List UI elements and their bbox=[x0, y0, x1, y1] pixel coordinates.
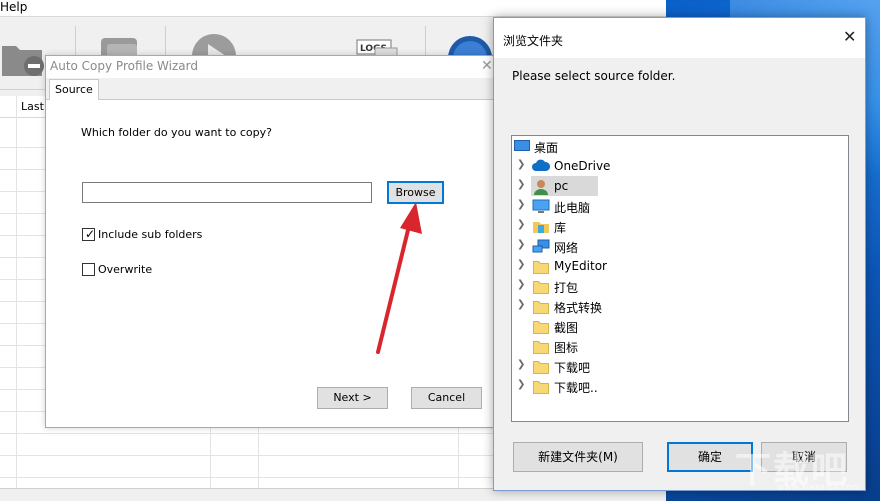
tree-item-network[interactable]: ❯ 网络 bbox=[512, 236, 848, 256]
overwrite-label[interactable]: Overwrite bbox=[98, 263, 152, 276]
tree-item-label: OneDrive bbox=[554, 159, 611, 173]
tree-item-xiazaiba[interactable]: ❯ 下载吧 bbox=[512, 356, 848, 376]
tree-item-label: 库 bbox=[554, 221, 567, 235]
tree-item-label: pc bbox=[554, 179, 569, 193]
tree-item-format-convert[interactable]: ❯ 格式转换 bbox=[512, 296, 848, 316]
grid-divider bbox=[210, 426, 211, 496]
tree-item-icons[interactable]: 图标 bbox=[512, 336, 848, 356]
tree-item-label: 此电脑 bbox=[554, 201, 591, 215]
chevron-right-icon[interactable]: ❯ bbox=[517, 259, 525, 270]
tree-item-label: 下载吧 bbox=[554, 361, 591, 375]
folder-icon bbox=[533, 301, 549, 314]
include-subfolders-checkbox[interactable]: ✓ bbox=[82, 227, 96, 241]
tab-source[interactable]: Source bbox=[49, 79, 99, 101]
chevron-right-icon[interactable]: ❯ bbox=[517, 299, 525, 310]
checkmark-icon: ✓ bbox=[85, 227, 96, 241]
chevron-right-icon[interactable]: ❯ bbox=[517, 219, 525, 230]
auto-copy-profile-wizard: Auto Copy Profile Wizard ✕ Source Which … bbox=[45, 55, 498, 428]
chevron-right-icon[interactable]: ❯ bbox=[517, 159, 525, 170]
wizard-close-icon[interactable]: ✕ bbox=[481, 58, 493, 74]
tree-item-pc[interactable]: ❯ pc bbox=[512, 176, 848, 196]
folder-remove-icon[interactable] bbox=[0, 32, 48, 80]
folder-icon bbox=[533, 261, 549, 274]
network-icon bbox=[532, 239, 550, 253]
tree-item-screenshot[interactable]: 截图 bbox=[512, 316, 848, 336]
cloud-icon bbox=[532, 159, 550, 171]
folder-question-label: Which folder do you want to copy? bbox=[81, 126, 272, 139]
annotation-arrow bbox=[376, 202, 422, 354]
watermark: 下载吧 www.xiazaiba.com bbox=[735, 441, 875, 499]
tree-item-label: 图标 bbox=[554, 341, 579, 355]
grid-divider bbox=[258, 426, 259, 496]
tree-item-myeditor[interactable]: ❯ MyEditor bbox=[512, 256, 848, 276]
browse-dialog-titlebar[interactable]: 浏览文件夹 ✕ bbox=[494, 18, 865, 58]
wizard-tabstrip: Source bbox=[46, 78, 497, 101]
tree-item-label: 桌面 bbox=[534, 141, 559, 155]
browse-prompt-label: Please select source folder. bbox=[512, 69, 676, 83]
folder-icon bbox=[533, 361, 549, 374]
chevron-right-icon[interactable]: ❯ bbox=[517, 199, 525, 210]
tree-item-dabao[interactable]: ❯ 打包 bbox=[512, 276, 848, 296]
wizard-cancel-button[interactable]: Cancel bbox=[411, 387, 482, 409]
browse-dialog-close-icon[interactable]: ✕ bbox=[843, 27, 856, 46]
tree-item-label: MyEditor bbox=[554, 259, 607, 273]
grid-divider bbox=[458, 426, 459, 496]
next-button[interactable]: Next > bbox=[317, 387, 388, 409]
tree-item-label: 网络 bbox=[554, 241, 579, 255]
folder-icon bbox=[533, 341, 549, 354]
tree-item-xiazaiba-2[interactable]: ❯ 下载吧.. bbox=[512, 376, 848, 396]
tree-item-this-pc[interactable]: ❯ 此电脑 bbox=[512, 196, 848, 216]
tree-item-label: 格式转换 bbox=[554, 301, 603, 315]
library-icon bbox=[533, 222, 549, 233]
tree-item-onedrive[interactable]: ❯ OneDrive bbox=[512, 156, 848, 176]
menu-help[interactable]: Help bbox=[0, 0, 27, 15]
tree-item-label: 下载吧.. bbox=[554, 381, 598, 395]
menu-bar: Help bbox=[0, 0, 666, 17]
chevron-right-icon[interactable]: ❯ bbox=[517, 359, 525, 370]
chevron-right-icon[interactable]: ❯ bbox=[517, 379, 525, 390]
folder-icon bbox=[533, 321, 549, 334]
folder-tree[interactable]: 桌面 ❯ OneDrive ❯ pc ❯ 此电脑 ❯ 库 ❯ 网络 ❯ MyEd… bbox=[511, 135, 849, 422]
folder-icon bbox=[533, 381, 549, 394]
include-subfolders-label[interactable]: Include sub folders bbox=[98, 228, 202, 241]
tree-item-library[interactable]: ❯ 库 bbox=[512, 216, 848, 236]
wizard-title: Auto Copy Profile Wizard bbox=[50, 59, 198, 73]
computer-icon bbox=[532, 199, 550, 213]
user-icon bbox=[534, 180, 548, 195]
chevron-right-icon[interactable]: ❯ bbox=[517, 239, 525, 250]
chevron-right-icon[interactable]: ❯ bbox=[517, 279, 525, 290]
source-folder-input[interactable] bbox=[82, 182, 372, 203]
tree-item-desktop[interactable]: 桌面 bbox=[512, 136, 848, 156]
browse-folder-dialog: 浏览文件夹 ✕ Please select source folder. 桌面 … bbox=[493, 17, 866, 491]
folder-icon bbox=[533, 281, 549, 294]
wizard-titlebar[interactable]: Auto Copy Profile Wizard ✕ bbox=[46, 56, 497, 78]
chevron-right-icon[interactable]: ❯ bbox=[517, 179, 525, 190]
new-folder-button[interactable]: 新建文件夹(M) bbox=[513, 442, 643, 472]
overwrite-checkbox[interactable] bbox=[82, 263, 95, 276]
tree-item-label: 打包 bbox=[554, 281, 579, 295]
grid-divider bbox=[16, 96, 17, 496]
desktop-icon bbox=[514, 140, 530, 151]
browse-dialog-title: 浏览文件夹 bbox=[503, 34, 564, 48]
watermark-url: www.xiazaiba.com bbox=[777, 483, 861, 493]
tree-item-label: 截图 bbox=[554, 321, 579, 335]
